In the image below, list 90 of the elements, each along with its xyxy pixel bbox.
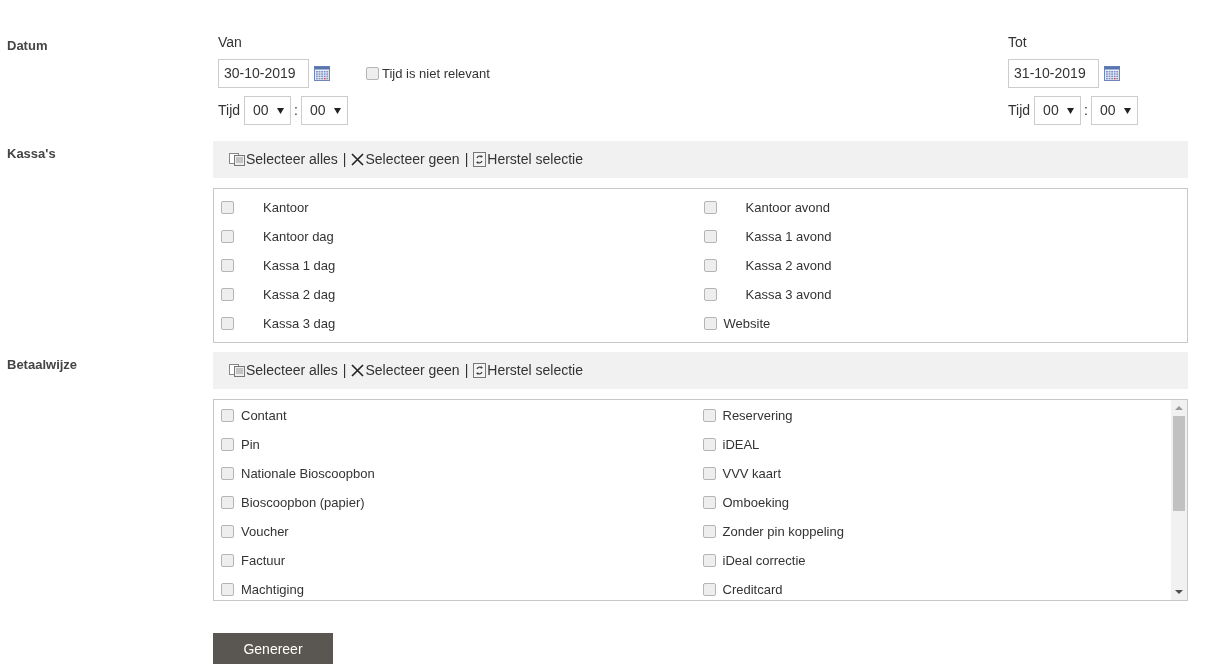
list-item[interactable]: Kassa 2 avond [700,251,1187,280]
refresh-icon [473,363,487,378]
time-dropdown[interactable]: 00 [1091,96,1138,125]
list-item[interactable]: Bioscoopbon (papier) [214,488,693,517]
time-label: Tijd [218,101,241,120]
toolbar-link[interactable]: Selecteer alles [229,149,338,170]
checkbox[interactable] [221,467,234,480]
checkbox[interactable] [702,438,716,451]
list-item[interactable]: iDeal correctie [692,546,1171,575]
section-label: Betaalwijze [7,357,78,372]
checkbox[interactable] [702,525,716,538]
checkbox[interactable] [366,67,379,80]
toolbar-separator: | [342,150,347,169]
copy-icon [229,364,245,377]
refresh-icon [473,152,487,167]
list-item[interactable]: Kassa 1 dag [214,251,701,280]
caret-icon [1124,107,1131,114]
list-item[interactable]: Kantoor [214,193,701,222]
checkbox[interactable] [221,259,234,272]
checkbox[interactable] [703,259,717,272]
time-separator: : [1084,101,1088,120]
list-item[interactable]: Creditcard [692,575,1171,600]
checkbox[interactable] [702,409,716,422]
close-icon [351,153,365,166]
toolbar-link[interactable]: Selecteer alles [229,360,338,381]
list-item[interactable]: Contant [214,401,693,430]
checkbox[interactable] [221,583,234,596]
toolbar-separator: | [342,361,347,380]
list-item[interactable]: Kassa 3 avond [700,280,1187,309]
field-label: Tot [1008,33,1028,52]
toolbar-link[interactable]: Herstel selectie [473,149,583,170]
list-item[interactable]: Omboeking [692,488,1171,517]
caret-icon [1067,107,1075,114]
list-item[interactable]: Kassa 2 dag [214,280,701,309]
list-item[interactable]: Voucher [214,517,693,546]
caret-icon [333,107,341,114]
toolbar-link[interactable]: Herstel selectie [473,360,583,381]
copy-icon [229,153,245,166]
section-label: Kassa's [7,146,56,161]
time-dropdown[interactable]: 00 [244,96,292,125]
scrollbar-thumb[interactable] [1173,416,1185,511]
checkbox[interactable] [221,288,234,301]
checkbox[interactable] [702,496,716,509]
checkbox[interactable] [221,554,234,567]
calendar-icon[interactable] [1104,66,1121,81]
checkbox-label[interactable]: Tijd is niet relevant [366,63,490,84]
checkbox[interactable] [221,201,234,214]
list-item[interactable]: iDEAL [692,430,1171,459]
list-item[interactable]: VVV kaart [692,459,1171,488]
close-icon [351,364,365,377]
checkbox[interactable] [221,409,234,422]
scrollbar[interactable] [1171,400,1187,600]
checkbox[interactable] [221,525,234,538]
list-item[interactable]: Zonder pin koppeling [692,517,1171,546]
toolbar-separator: | [464,361,469,380]
checkbox[interactable] [703,201,717,214]
list-item[interactable]: Reservering [692,401,1171,430]
section-label: Datum [7,38,48,53]
caret-icon [277,107,285,114]
checkbox[interactable] [702,583,716,596]
checkbox[interactable] [221,317,234,330]
list-item[interactable]: Kantoor avond [700,193,1187,222]
checkbox[interactable] [221,496,234,509]
list-item[interactable]: Website [700,309,1187,338]
checkbox[interactable] [703,230,717,243]
list-item[interactable]: Kassa 3 dag [214,309,701,338]
toolbar-link[interactable]: Selecteer geen [351,360,460,381]
date-input[interactable]: 31-10-2019 [1008,59,1100,88]
time-separator: : [294,101,298,120]
toolbar-link[interactable]: Selecteer geen [351,149,460,170]
checkbox[interactable] [703,288,717,301]
calendar-icon[interactable] [314,66,330,81]
time-dropdown[interactable]: 00 [300,96,348,125]
time-dropdown[interactable]: 00 [1034,96,1082,125]
checkbox[interactable] [702,467,716,480]
checkbox[interactable] [702,554,716,567]
toolbar-separator: | [464,150,469,169]
list-item[interactable]: Pin [214,430,693,459]
date-input[interactable]: 30-10-2019 [218,59,309,88]
time-label: Tijd [1008,101,1031,120]
generate-button[interactable]: Genereer [213,633,333,664]
checkbox[interactable] [221,230,234,243]
checkbox[interactable] [221,438,234,451]
list-item[interactable]: Kassa 1 avond [700,222,1187,251]
field-label: Van [218,33,243,52]
list-item[interactable]: Nationale Bioscoopbon [214,459,693,488]
checkbox[interactable] [703,317,717,330]
list-item[interactable]: Kantoor dag [214,222,701,251]
list-item[interactable]: Machtiging [214,575,693,600]
list-item[interactable]: Factuur [214,546,693,575]
